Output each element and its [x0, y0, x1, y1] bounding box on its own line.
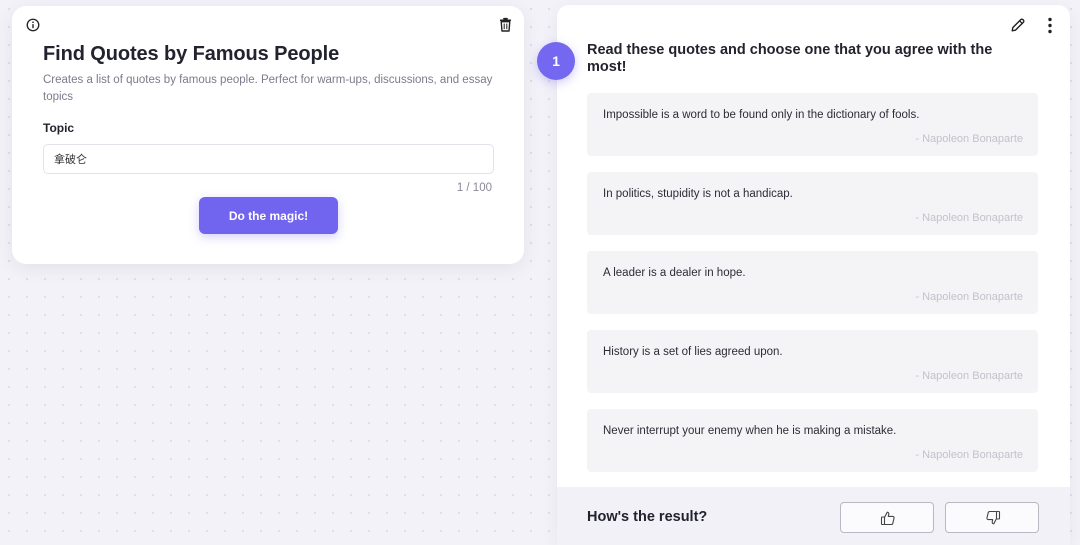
quote-author: - Napoleon Bonaparte	[915, 449, 1023, 461]
feedback-label: How's the result?	[587, 509, 708, 525]
quote-author: - Napoleon Bonaparte	[915, 291, 1023, 303]
quote-card[interactable]: A leader is a dealer in hope. - Napoleon…	[587, 251, 1038, 314]
quote-text: Impossible is a word to be found only in…	[603, 109, 920, 121]
feedback-bar: How's the result?	[557, 487, 1070, 545]
step-title: Read these quotes and choose one that yo…	[587, 42, 993, 75]
quote-text: In politics, stupidity is not a handicap…	[603, 188, 793, 200]
character-counter: 1 / 100	[456, 182, 492, 194]
topic-label: Topic	[43, 121, 75, 135]
thumbs-down-icon	[986, 510, 1001, 525]
quote-card[interactable]: Never interrupt your enemy when he is ma…	[587, 409, 1038, 472]
quote-author: - Napoleon Bonaparte	[915, 370, 1023, 382]
page-title: Find Quotes by Famous People	[43, 43, 340, 65]
quote-author: - Napoleon Bonaparte	[915, 133, 1023, 145]
thumbs-down-button[interactable]	[945, 502, 1039, 533]
more-vertical-icon[interactable]	[1047, 17, 1053, 34]
trash-icon[interactable]	[499, 17, 512, 32]
tool-card: Find Quotes by Famous People Creates a l…	[12, 6, 524, 264]
quote-text: History is a set of lies agreed upon.	[603, 346, 783, 358]
step-number-badge: 1	[537, 42, 575, 80]
topic-input[interactable]	[43, 144, 494, 174]
pencil-icon[interactable]	[1010, 17, 1026, 33]
thumbs-up-icon	[880, 511, 895, 526]
quote-card[interactable]: Impossible is a word to be found only in…	[587, 93, 1038, 156]
quote-text: A leader is a dealer in hope.	[603, 267, 746, 279]
thumbs-up-button[interactable]	[840, 502, 934, 533]
quote-card[interactable]: In politics, stupidity is not a handicap…	[587, 172, 1038, 235]
tool-description: Creates a list of quotes by famous peopl…	[43, 74, 493, 103]
info-icon[interactable]	[26, 18, 40, 32]
quote-text: Never interrupt your enemy when he is ma…	[603, 425, 897, 437]
do-the-magic-button[interactable]: Do the magic!	[199, 197, 338, 234]
quote-card[interactable]: History is a set of lies agreed upon. - …	[587, 330, 1038, 393]
result-panel: Read these quotes and choose one that yo…	[557, 5, 1070, 545]
quote-author: - Napoleon Bonaparte	[915, 212, 1023, 224]
